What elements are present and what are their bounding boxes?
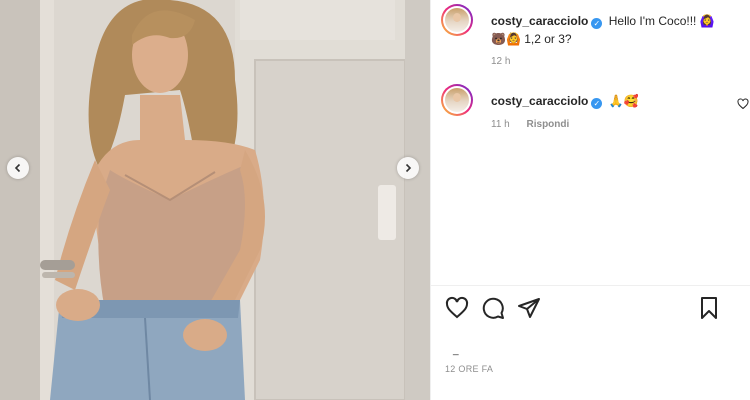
caption-username[interactable]: costy_caracciolo <box>491 14 588 28</box>
save-bookmark-icon[interactable] <box>697 296 721 320</box>
comment-bubble-icon[interactable] <box>481 296 505 320</box>
like-heart-icon[interactable] <box>445 296 469 320</box>
caption-text-block: costy_caracciolo ✓ Hello I'm Coco!!! 🙆‍♀️… <box>491 12 731 48</box>
comment-text-block: costy_caracciolo ✓ 🙏🥰 <box>491 92 731 110</box>
avatar[interactable] <box>441 84 473 116</box>
post-details-panel: costy_caracciolo ✓ Hello I'm Coco!!! 🙆‍♀️… <box>430 0 750 400</box>
next-photo-button[interactable] <box>397 157 419 179</box>
likes-count[interactable]: _ <box>453 345 459 356</box>
comment-meta: 11 h Rispondi <box>491 119 583 130</box>
comment-text: 🙏🥰 <box>608 94 639 108</box>
previous-photo-button[interactable] <box>7 157 29 179</box>
verified-badge-icon: ✓ <box>591 18 603 29</box>
post-photo[interactable] <box>0 0 430 400</box>
action-bar <box>445 296 741 324</box>
chevron-left-icon <box>14 163 21 173</box>
share-paper-plane-icon[interactable] <box>517 296 541 320</box>
comment-username[interactable]: costy_caracciolo <box>491 94 588 108</box>
verified-badge-icon: ✓ <box>591 98 603 109</box>
actions-divider <box>431 285 750 286</box>
post-timestamp[interactable]: 12 ORE FA <box>445 364 493 374</box>
post-image <box>0 0 430 400</box>
chevron-right-icon <box>405 163 412 173</box>
caption-meta: 12 h <box>491 56 524 67</box>
reply-button[interactable]: Rispondi <box>527 119 570 130</box>
comment-like-heart-icon[interactable] <box>737 98 749 110</box>
caption-time[interactable]: 12 h <box>491 56 510 67</box>
avatar[interactable] <box>441 4 473 36</box>
comment-time[interactable]: 11 h <box>491 119 510 130</box>
